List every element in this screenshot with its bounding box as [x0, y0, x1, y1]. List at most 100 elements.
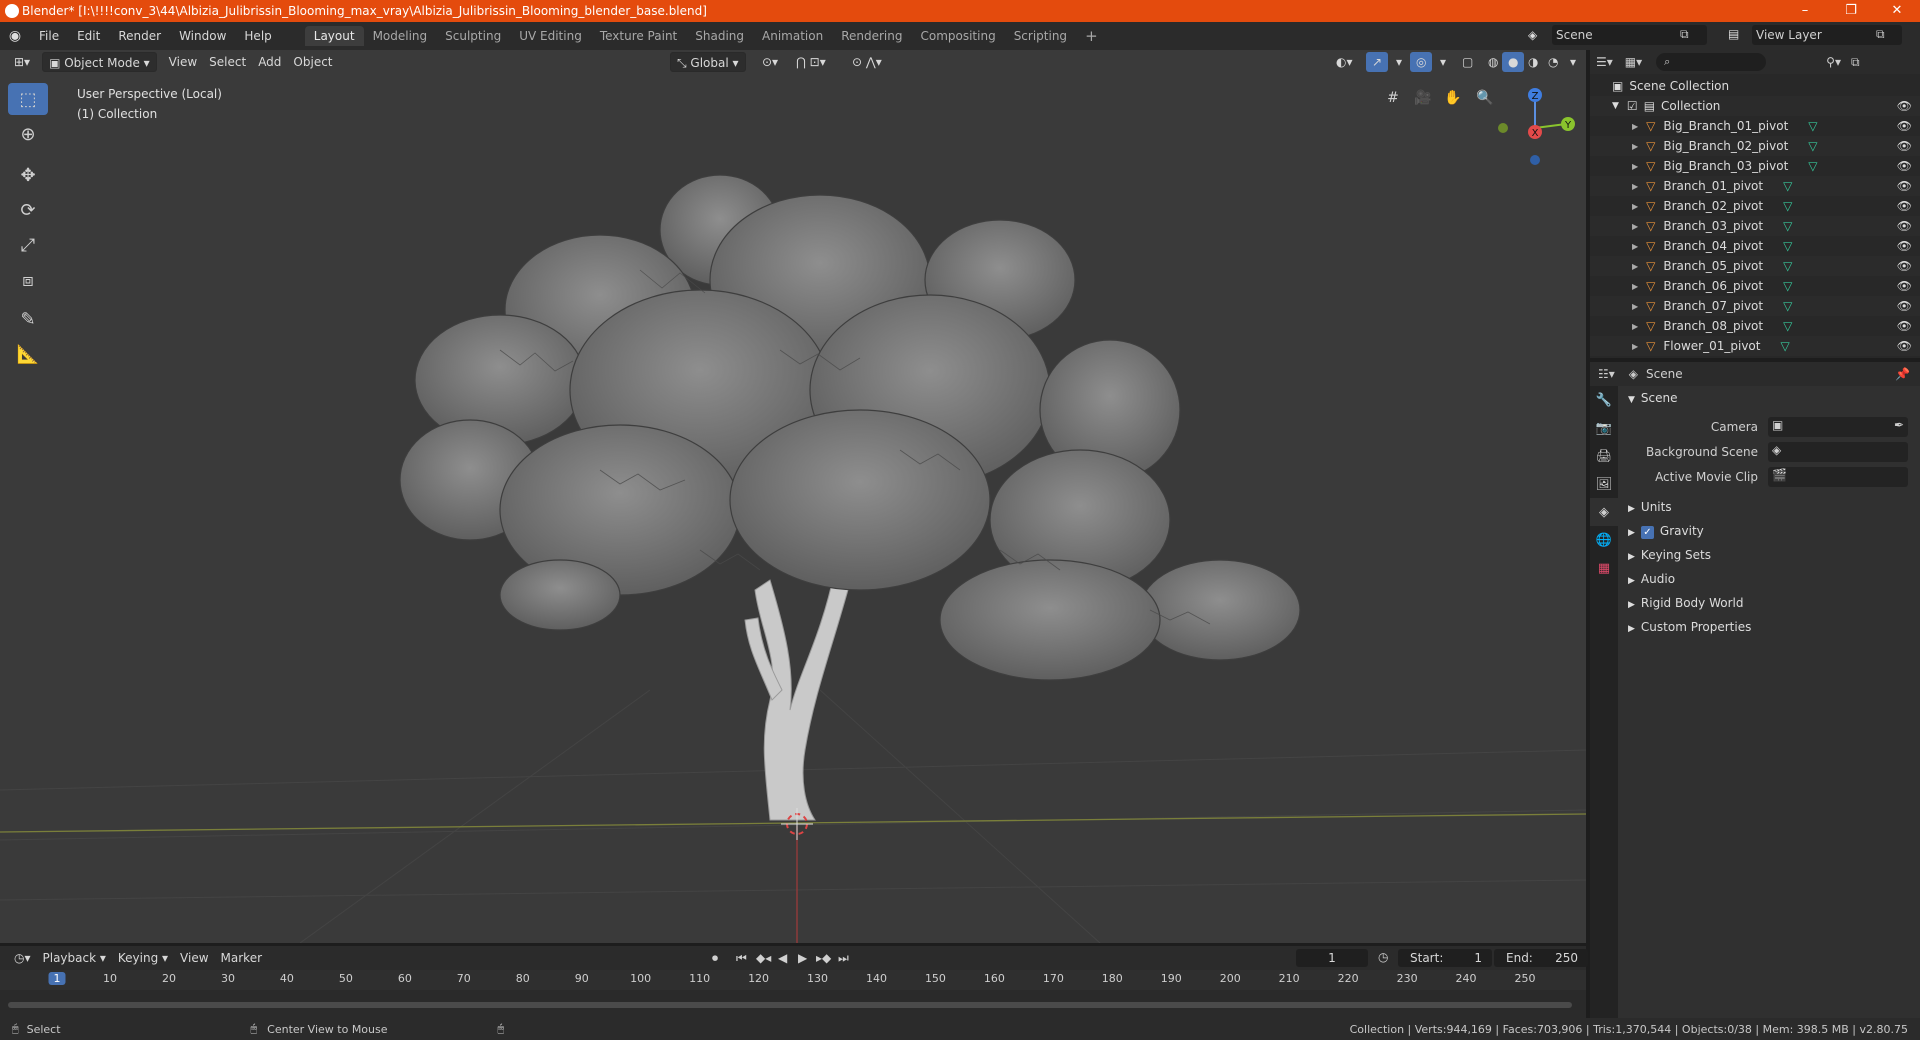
menu-window[interactable]: Window: [170, 29, 235, 43]
mesh-data-icon[interactable]: ▽: [1783, 239, 1792, 253]
eye-icon[interactable]: 👁: [1897, 319, 1912, 333]
camera-view-icon[interactable]: 🎥: [1410, 85, 1436, 111]
ortho-toggle-icon[interactable]: #: [1380, 85, 1406, 111]
move-tool-icon[interactable]: ✥: [8, 159, 48, 191]
display-mode-icon[interactable]: ▦▾: [1625, 55, 1642, 69]
timeline-scrollbar[interactable]: [8, 1002, 1572, 1008]
eye-icon[interactable]: 👁: [1897, 259, 1912, 273]
minimize-button[interactable]: –: [1782, 0, 1828, 22]
audio-panel-header[interactable]: ▶ Audio: [1618, 567, 1920, 591]
mesh-data-icon[interactable]: ▽: [1783, 319, 1792, 333]
mesh-data-icon[interactable]: ▽: [1808, 159, 1817, 173]
pan-hand-icon[interactable]: ✋: [1440, 85, 1466, 111]
eye-icon[interactable]: 👁: [1897, 199, 1912, 213]
eye-icon[interactable]: 👁: [1897, 299, 1912, 313]
measure-tool-icon[interactable]: 📐: [8, 338, 48, 370]
maximize-button[interactable]: ❐: [1828, 0, 1874, 22]
eyedropper-icon[interactable]: ✒: [1894, 418, 1904, 432]
outliner-item[interactable]: ▶ ▽ Branch_07_pivot ▽ 👁: [1590, 296, 1920, 316]
expand-arrow-icon[interactable]: ▶: [1632, 142, 1638, 151]
mesh-data-icon[interactable]: ▽: [1783, 219, 1792, 233]
menu-edit[interactable]: Edit: [68, 29, 109, 43]
eye-icon[interactable]: 👁: [1897, 99, 1912, 113]
filter-icon[interactable]: ⚲▾: [1826, 55, 1841, 69]
next-keyframe-icon[interactable]: ▸◆: [816, 951, 831, 965]
expand-arrow-icon[interactable]: ▶: [1632, 222, 1638, 231]
view-layer-tab-icon[interactable]: 🖼: [1590, 470, 1618, 498]
mesh-data-icon[interactable]: ▽: [1783, 179, 1792, 193]
background-scene-field[interactable]: ◈: [1768, 441, 1908, 462]
rigid-body-world-panel-header[interactable]: ▶ Rigid Body World: [1618, 591, 1920, 615]
menu-help[interactable]: Help: [235, 29, 280, 43]
mesh-data-icon[interactable]: ▽: [1808, 119, 1817, 133]
units-panel-header[interactable]: ▶ Units: [1618, 495, 1920, 519]
gravity-checkbox[interactable]: ✓: [1640, 526, 1654, 539]
tab-animation[interactable]: Animation: [753, 26, 832, 46]
timeline-track[interactable]: [0, 990, 1586, 1010]
menu-playback[interactable]: Playback ▾: [37, 948, 112, 968]
outliner-item[interactable]: ▶ ▽ Branch_04_pivot ▽ 👁: [1590, 236, 1920, 256]
gravity-panel-header[interactable]: ▶ ✓ Gravity: [1618, 519, 1920, 543]
cursor-tool-icon[interactable]: ⊕: [8, 118, 48, 150]
close-button[interactable]: ✕: [1874, 0, 1920, 22]
tab-layout[interactable]: Layout: [304, 26, 364, 46]
frame-ruler[interactable]: 1 10 20 30 40 50 60 70 80 90 100 110 120 130 140 150 160…: [0, 970, 1586, 990]
expand-arrow-icon[interactable]: ▶: [1632, 162, 1638, 171]
3d-viewport[interactable]: ⊞▾ ▣ Object Mode ▾ View Select Add Objec…: [0, 50, 1586, 943]
expand-arrow-icon[interactable]: ▶: [1632, 302, 1638, 311]
scene-tab-icon[interactable]: ◈: [1590, 498, 1618, 526]
tab-sculpting[interactable]: Sculpting: [436, 26, 510, 46]
world-tab-icon[interactable]: 🌐: [1590, 526, 1618, 554]
menu-timeline-view[interactable]: View: [174, 948, 214, 968]
tab-modeling[interactable]: Modeling: [364, 26, 437, 46]
tab-shading[interactable]: Shading: [686, 26, 753, 46]
expand-arrow-icon[interactable]: ▶: [1632, 242, 1638, 251]
blender-menu-icon[interactable]: ◉: [0, 28, 30, 44]
tab-texture-paint[interactable]: Texture Paint: [591, 26, 686, 46]
outliner-item[interactable]: ▶ ▽ Big_Branch_01_pivot ▽ 👁: [1590, 116, 1920, 136]
end-frame-field[interactable]: End: 250: [1494, 949, 1588, 967]
outliner-item[interactable]: ▶ ▽ Branch_03_pivot ▽ 👁: [1590, 216, 1920, 236]
tab-uv-editing[interactable]: UV Editing: [510, 26, 591, 46]
outliner-item[interactable]: ▶ ▽ Branch_06_pivot ▽ 👁: [1590, 276, 1920, 296]
expand-arrow-icon[interactable]: ▶: [1632, 342, 1638, 351]
tab-scripting[interactable]: Scripting: [1005, 26, 1076, 46]
movie-clip-field[interactable]: 🎬: [1768, 466, 1908, 487]
mesh-data-icon[interactable]: ▽: [1783, 279, 1792, 293]
eye-icon[interactable]: 👁: [1897, 239, 1912, 253]
checkbox-icon[interactable]: ☑: [1627, 99, 1638, 113]
camera-field[interactable]: ▣ ✒: [1768, 416, 1908, 437]
outliner-item[interactable]: ▶ ▽ Branch_05_pivot ▽ 👁: [1590, 256, 1920, 276]
current-frame-field[interactable]: 1: [1296, 949, 1368, 967]
tab-compositing[interactable]: Compositing: [911, 26, 1004, 46]
custom-properties-panel-header[interactable]: ▶ Custom Properties: [1618, 615, 1920, 639]
tool-tab-icon[interactable]: 🔧: [1590, 386, 1618, 414]
menu-keying[interactable]: Keying ▾: [112, 948, 174, 968]
texture-tab-icon[interactable]: ▦: [1590, 554, 1618, 582]
eye-icon[interactable]: 👁: [1897, 339, 1912, 353]
jump-start-icon[interactable]: ⏮: [736, 951, 747, 966]
navigation-gizmo[interactable]: Z Y X: [1490, 80, 1586, 170]
clock-icon[interactable]: ◷: [1378, 950, 1388, 964]
outliner-item[interactable]: ▶ ▽ Branch_02_pivot ▽ 👁: [1590, 196, 1920, 216]
jump-end-icon[interactable]: ⏭: [838, 951, 849, 966]
menu-render[interactable]: Render: [109, 29, 170, 43]
outliner-editor-icon[interactable]: ☰▾: [1596, 55, 1613, 69]
render-tab-icon[interactable]: 📷: [1590, 414, 1618, 442]
new-scene-icon[interactable]: ⧉: [1680, 27, 1689, 42]
mesh-data-icon[interactable]: ▽: [1783, 299, 1792, 313]
expand-arrow-icon[interactable]: ▼: [1612, 101, 1619, 111]
new-collection-icon[interactable]: ⧉: [1851, 55, 1860, 70]
new-view-layer-icon[interactable]: ⧉: [1876, 27, 1885, 42]
outliner-search[interactable]: ⌕: [1656, 53, 1767, 71]
mesh-data-icon[interactable]: ▽: [1808, 139, 1817, 153]
eye-icon[interactable]: 👁: [1897, 179, 1912, 193]
eye-icon[interactable]: 👁: [1897, 219, 1912, 233]
eye-icon[interactable]: 👁: [1897, 159, 1912, 173]
expand-arrow-icon[interactable]: ▶: [1632, 122, 1638, 131]
outliner-item[interactable]: ▶ ▽ Flower_01_pivot ▽ 👁: [1590, 336, 1920, 356]
collection-row[interactable]: ▼ ☑ ▤ Collection 👁: [1590, 96, 1920, 116]
scale-tool-icon[interactable]: ⤢: [8, 229, 48, 261]
start-frame-field[interactable]: Start: 1: [1398, 949, 1492, 967]
eye-icon[interactable]: 👁: [1897, 139, 1912, 153]
